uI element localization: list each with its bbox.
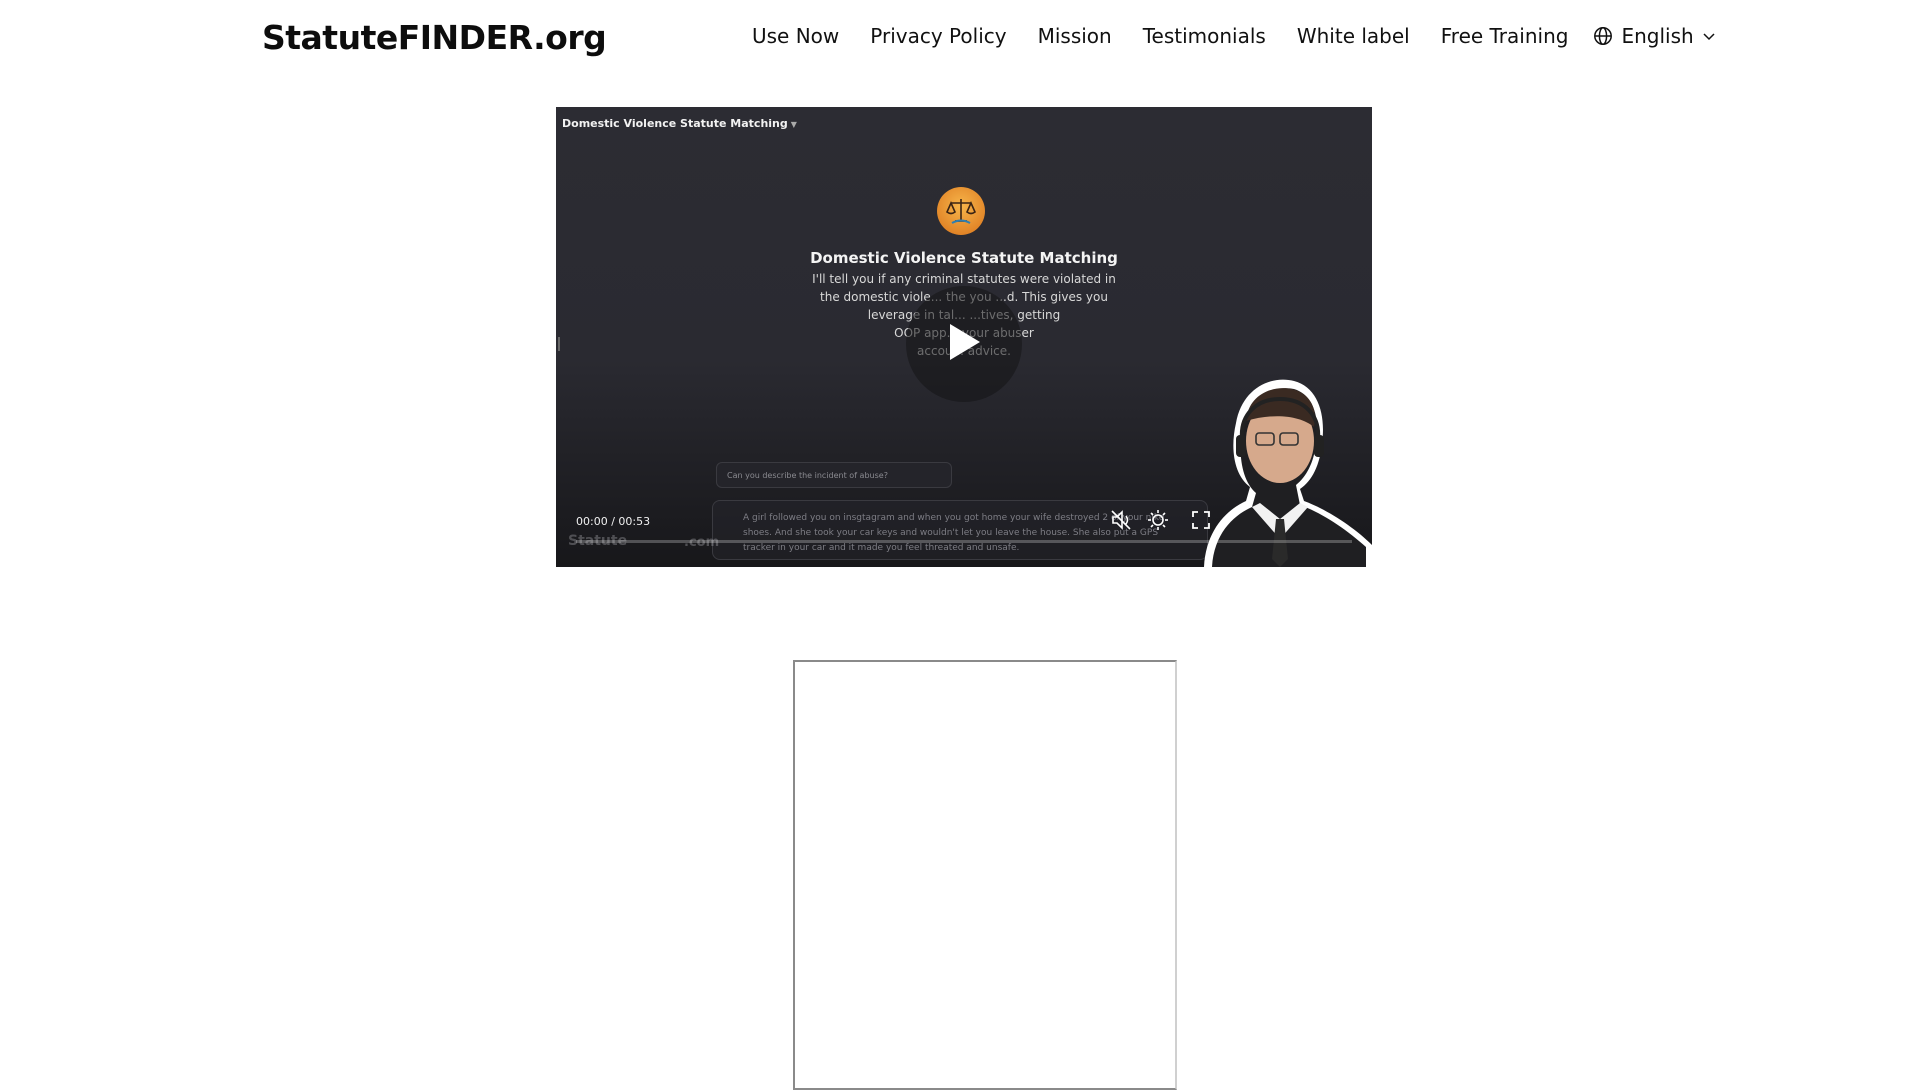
video-player[interactable]: Domestic Violence Statute Matching ▼ Dome… (556, 107, 1372, 567)
mute-button[interactable] (1107, 507, 1137, 537)
embedded-content-frame[interactable] (793, 660, 1177, 1090)
globe-icon (1593, 26, 1613, 46)
video-progress-bar[interactable] (576, 540, 1352, 543)
video-gpt-header: Domestic Violence Statute Matching ▼ (562, 117, 797, 130)
site-logo[interactable]: StatuteFINDER.org (262, 18, 607, 57)
site-header: StatuteFINDER.org Use Now Privacy Policy… (0, 0, 1920, 80)
play-button[interactable] (906, 286, 1022, 402)
language-selector[interactable]: English (1593, 24, 1715, 48)
chevron-down-icon (1702, 31, 1716, 41)
settings-icon (1147, 509, 1169, 536)
nav-free-training[interactable]: Free Training (1441, 24, 1569, 48)
video-chat-question: Can you describe the incident of abuse? (716, 462, 952, 488)
nav-mission[interactable]: Mission (1038, 24, 1112, 48)
presenter-video-overlay (1176, 369, 1372, 567)
nav-testimonials[interactable]: Testimonials (1143, 24, 1266, 48)
nav-use-now[interactable]: Use Now (752, 24, 839, 48)
language-label: English (1621, 24, 1694, 48)
nav-white-label[interactable]: White label (1297, 24, 1410, 48)
chevron-down-icon: ▼ (790, 120, 797, 129)
scales-of-justice-icon (937, 187, 985, 235)
fullscreen-button[interactable] (1186, 507, 1216, 537)
mute-icon (1110, 509, 1134, 536)
settings-button[interactable] (1143, 507, 1173, 537)
video-gpt-title: Domestic Violence Statute Matching (810, 249, 1118, 267)
video-time-display: 00:00 / 00:53 (576, 515, 651, 528)
nav-privacy-policy[interactable]: Privacy Policy (870, 24, 1006, 48)
sidebar-handle (558, 337, 560, 351)
video-gpt-header-text: Domestic Violence Statute Matching (562, 117, 788, 130)
play-icon (946, 322, 982, 367)
main-nav: Use Now Privacy Policy Mission Testimoni… (752, 24, 1716, 48)
fullscreen-icon (1191, 510, 1211, 535)
